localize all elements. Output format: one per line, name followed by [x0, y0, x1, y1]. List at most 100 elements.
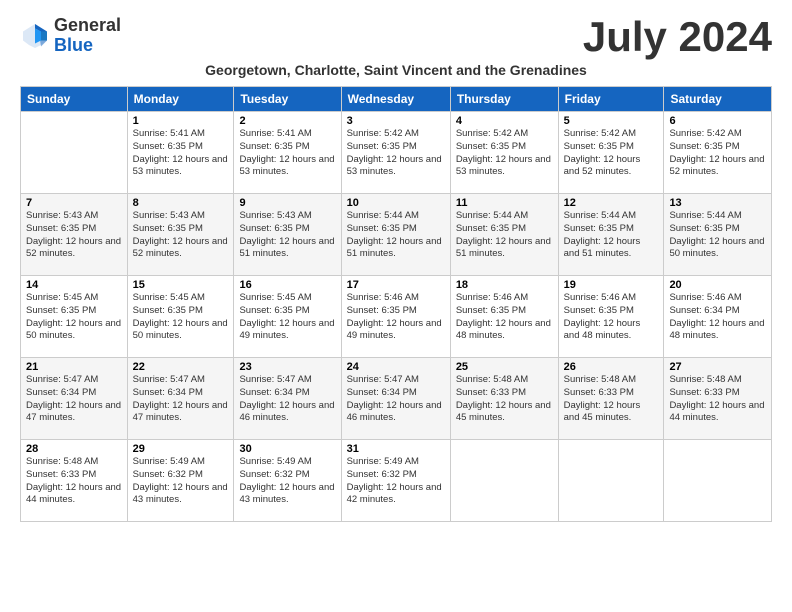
day-number: 27 — [669, 361, 766, 373]
day-info: Sunrise: 5:43 AMSunset: 6:35 PMDaylight:… — [239, 210, 335, 261]
day-number: 9 — [239, 197, 335, 209]
calendar-cell: 8Sunrise: 5:43 AMSunset: 6:35 PMDaylight… — [127, 194, 234, 276]
day-number: 2 — [239, 115, 335, 127]
day-number: 7 — [26, 197, 122, 209]
day-number: 28 — [26, 443, 122, 455]
calendar-cell: 12Sunrise: 5:44 AMSunset: 6:35 PMDayligh… — [558, 194, 664, 276]
calendar-cell: 15Sunrise: 5:45 AMSunset: 6:35 PMDayligh… — [127, 276, 234, 358]
day-info: Sunrise: 5:42 AMSunset: 6:35 PMDaylight:… — [669, 128, 766, 179]
calendar-cell: 10Sunrise: 5:44 AMSunset: 6:35 PMDayligh… — [341, 194, 450, 276]
day-info: Sunrise: 5:44 AMSunset: 6:35 PMDaylight:… — [347, 210, 445, 261]
day-header-monday: Monday — [127, 87, 234, 112]
calendar-cell: 18Sunrise: 5:46 AMSunset: 6:35 PMDayligh… — [450, 276, 558, 358]
calendar-cell: 24Sunrise: 5:47 AMSunset: 6:34 PMDayligh… — [341, 358, 450, 440]
calendar-cell: 31Sunrise: 5:49 AMSunset: 6:32 PMDayligh… — [341, 440, 450, 522]
calendar-table: SundayMondayTuesdayWednesdayThursdayFrid… — [20, 86, 772, 522]
calendar-cell: 16Sunrise: 5:45 AMSunset: 6:35 PMDayligh… — [234, 276, 341, 358]
week-row-5: 28Sunrise: 5:48 AMSunset: 6:33 PMDayligh… — [21, 440, 772, 522]
calendar-cell: 28Sunrise: 5:48 AMSunset: 6:33 PMDayligh… — [21, 440, 128, 522]
month-title: July 2024 — [583, 16, 772, 58]
week-row-1: 1 Sunrise: 5:41 AMSunset: 6:35 PMDaylight… — [21, 112, 772, 194]
calendar-cell: 13Sunrise: 5:44 AMSunset: 6:35 PMDayligh… — [664, 194, 772, 276]
day-number: 13 — [669, 197, 766, 209]
calendar-cell: 3Sunrise: 5:42 AMSunset: 6:35 PMDaylight… — [341, 112, 450, 194]
header-row: SundayMondayTuesdayWednesdayThursdayFrid… — [21, 87, 772, 112]
day-number: 10 — [347, 197, 445, 209]
day-header-sunday: Sunday — [21, 87, 128, 112]
calendar-cell: 30Sunrise: 5:49 AMSunset: 6:32 PMDayligh… — [234, 440, 341, 522]
calendar-cell: 25Sunrise: 5:48 AMSunset: 6:33 PMDayligh… — [450, 358, 558, 440]
day-info: Sunrise: 5:47 AMSunset: 6:34 PMDaylight:… — [239, 374, 335, 425]
calendar-cell: 9Sunrise: 5:43 AMSunset: 6:35 PMDaylight… — [234, 194, 341, 276]
day-info: Sunrise: 5:47 AMSunset: 6:34 PMDaylight:… — [347, 374, 445, 425]
week-row-3: 14 Sunrise: 5:45 AMSunset: 6:35 PMDayligh… — [21, 276, 772, 358]
day-info: Sunrise: 5:49 AMSunset: 6:32 PMDaylight:… — [133, 456, 229, 507]
day-number: 19 — [564, 279, 659, 291]
day-number: 14 — [26, 279, 122, 291]
calendar-cell: 4Sunrise: 5:42 AMSunset: 6:35 PMDaylight… — [450, 112, 558, 194]
day-number: 11 — [456, 197, 553, 209]
day-number: 31 — [347, 443, 445, 455]
day-info: Sunrise: 5:46 AMSunset: 6:35 PMDaylight:… — [564, 292, 659, 343]
day-info: Sunrise: 5:49 AMSunset: 6:32 PMDaylight:… — [347, 456, 445, 507]
page: General Blue July 2024 Georgetown, Charl… — [0, 0, 792, 532]
day-number: 18 — [456, 279, 553, 291]
logo: General Blue — [20, 16, 121, 56]
header: General Blue July 2024 — [20, 16, 772, 58]
day-info: Sunrise: 5:46 AMSunset: 6:35 PMDaylight:… — [456, 292, 553, 343]
day-info: Sunrise: 5:45 AMSunset: 6:35 PMDaylight:… — [239, 292, 335, 343]
day-number: 3 — [347, 115, 445, 127]
calendar-cell: 6Sunrise: 5:42 AMSunset: 6:35 PMDaylight… — [664, 112, 772, 194]
day-info: Sunrise: 5:42 AMSunset: 6:35 PMDaylight:… — [456, 128, 553, 179]
day-number: 12 — [564, 197, 659, 209]
calendar-cell: 19Sunrise: 5:46 AMSunset: 6:35 PMDayligh… — [558, 276, 664, 358]
day-info: Sunrise: 5:48 AMSunset: 6:33 PMDaylight:… — [456, 374, 553, 425]
day-number: 16 — [239, 279, 335, 291]
calendar-cell: 7Sunrise: 5:43 AMSunset: 6:35 PMDaylight… — [21, 194, 128, 276]
day-info: Sunrise: 5:44 AMSunset: 6:35 PMDaylight:… — [669, 210, 766, 261]
calendar-cell: 21Sunrise: 5:47 AMSunset: 6:34 PMDayligh… — [21, 358, 128, 440]
day-info: Sunrise: 5:42 AMSunset: 6:35 PMDaylight:… — [564, 128, 659, 179]
calendar-cell: 11Sunrise: 5:44 AMSunset: 6:35 PMDayligh… — [450, 194, 558, 276]
calendar-cell: 1Sunrise: 5:41 AMSunset: 6:35 PMDaylight… — [127, 112, 234, 194]
day-number: 29 — [133, 443, 229, 455]
logo-icon — [20, 21, 50, 51]
day-number: 22 — [133, 361, 229, 373]
day-number: 8 — [133, 197, 229, 209]
day-number: 26 — [564, 361, 659, 373]
day-info: Sunrise: 5:45 AMSunset: 6:35 PMDaylight:… — [133, 292, 229, 343]
calendar-cell: 2Sunrise: 5:41 AMSunset: 6:35 PMDaylight… — [234, 112, 341, 194]
day-info: Sunrise: 5:48 AMSunset: 6:33 PMDaylight:… — [564, 374, 659, 425]
week-row-2: 7Sunrise: 5:43 AMSunset: 6:35 PMDaylight… — [21, 194, 772, 276]
calendar-cell: 17Sunrise: 5:46 AMSunset: 6:35 PMDayligh… — [341, 276, 450, 358]
calendar-cell — [664, 440, 772, 522]
day-number: 1 — [133, 115, 229, 127]
day-info: Sunrise: 5:43 AMSunset: 6:35 PMDaylight:… — [26, 210, 122, 261]
calendar-cell: 20Sunrise: 5:46 AMSunset: 6:34 PMDayligh… — [664, 276, 772, 358]
day-number: 30 — [239, 443, 335, 455]
day-number: 6 — [669, 115, 766, 127]
day-info: Sunrise: 5:48 AMSunset: 6:33 PMDaylight:… — [26, 456, 122, 507]
day-header-thursday: Thursday — [450, 87, 558, 112]
day-number: 5 — [564, 115, 659, 127]
day-number: 20 — [669, 279, 766, 291]
day-header-tuesday: Tuesday — [234, 87, 341, 112]
day-info: Sunrise: 5:48 AMSunset: 6:33 PMDaylight:… — [669, 374, 766, 425]
logo-text: General Blue — [54, 16, 121, 56]
day-header-saturday: Saturday — [664, 87, 772, 112]
day-header-wednesday: Wednesday — [341, 87, 450, 112]
day-info: Sunrise: 5:47 AMSunset: 6:34 PMDaylight:… — [133, 374, 229, 425]
day-info: Sunrise: 5:46 AMSunset: 6:34 PMDaylight:… — [669, 292, 766, 343]
calendar-cell — [450, 440, 558, 522]
day-info: Sunrise: 5:43 AMSunset: 6:35 PMDaylight:… — [133, 210, 229, 261]
day-info: Sunrise: 5:44 AMSunset: 6:35 PMDaylight:… — [456, 210, 553, 261]
day-info: Sunrise: 5:49 AMSunset: 6:32 PMDaylight:… — [239, 456, 335, 507]
week-row-4: 21Sunrise: 5:47 AMSunset: 6:34 PMDayligh… — [21, 358, 772, 440]
day-number: 15 — [133, 279, 229, 291]
day-number: 4 — [456, 115, 553, 127]
calendar-cell: 29Sunrise: 5:49 AMSunset: 6:32 PMDayligh… — [127, 440, 234, 522]
day-number: 24 — [347, 361, 445, 373]
calendar-cell: 14Sunrise: 5:45 AMSunset: 6:35 PMDayligh… — [21, 276, 128, 358]
day-info: Sunrise: 5:41 AMSunset: 6:35 PMDaylight:… — [239, 128, 335, 179]
day-info: Sunrise: 5:47 AMSunset: 6:34 PMDaylight:… — [26, 374, 122, 425]
